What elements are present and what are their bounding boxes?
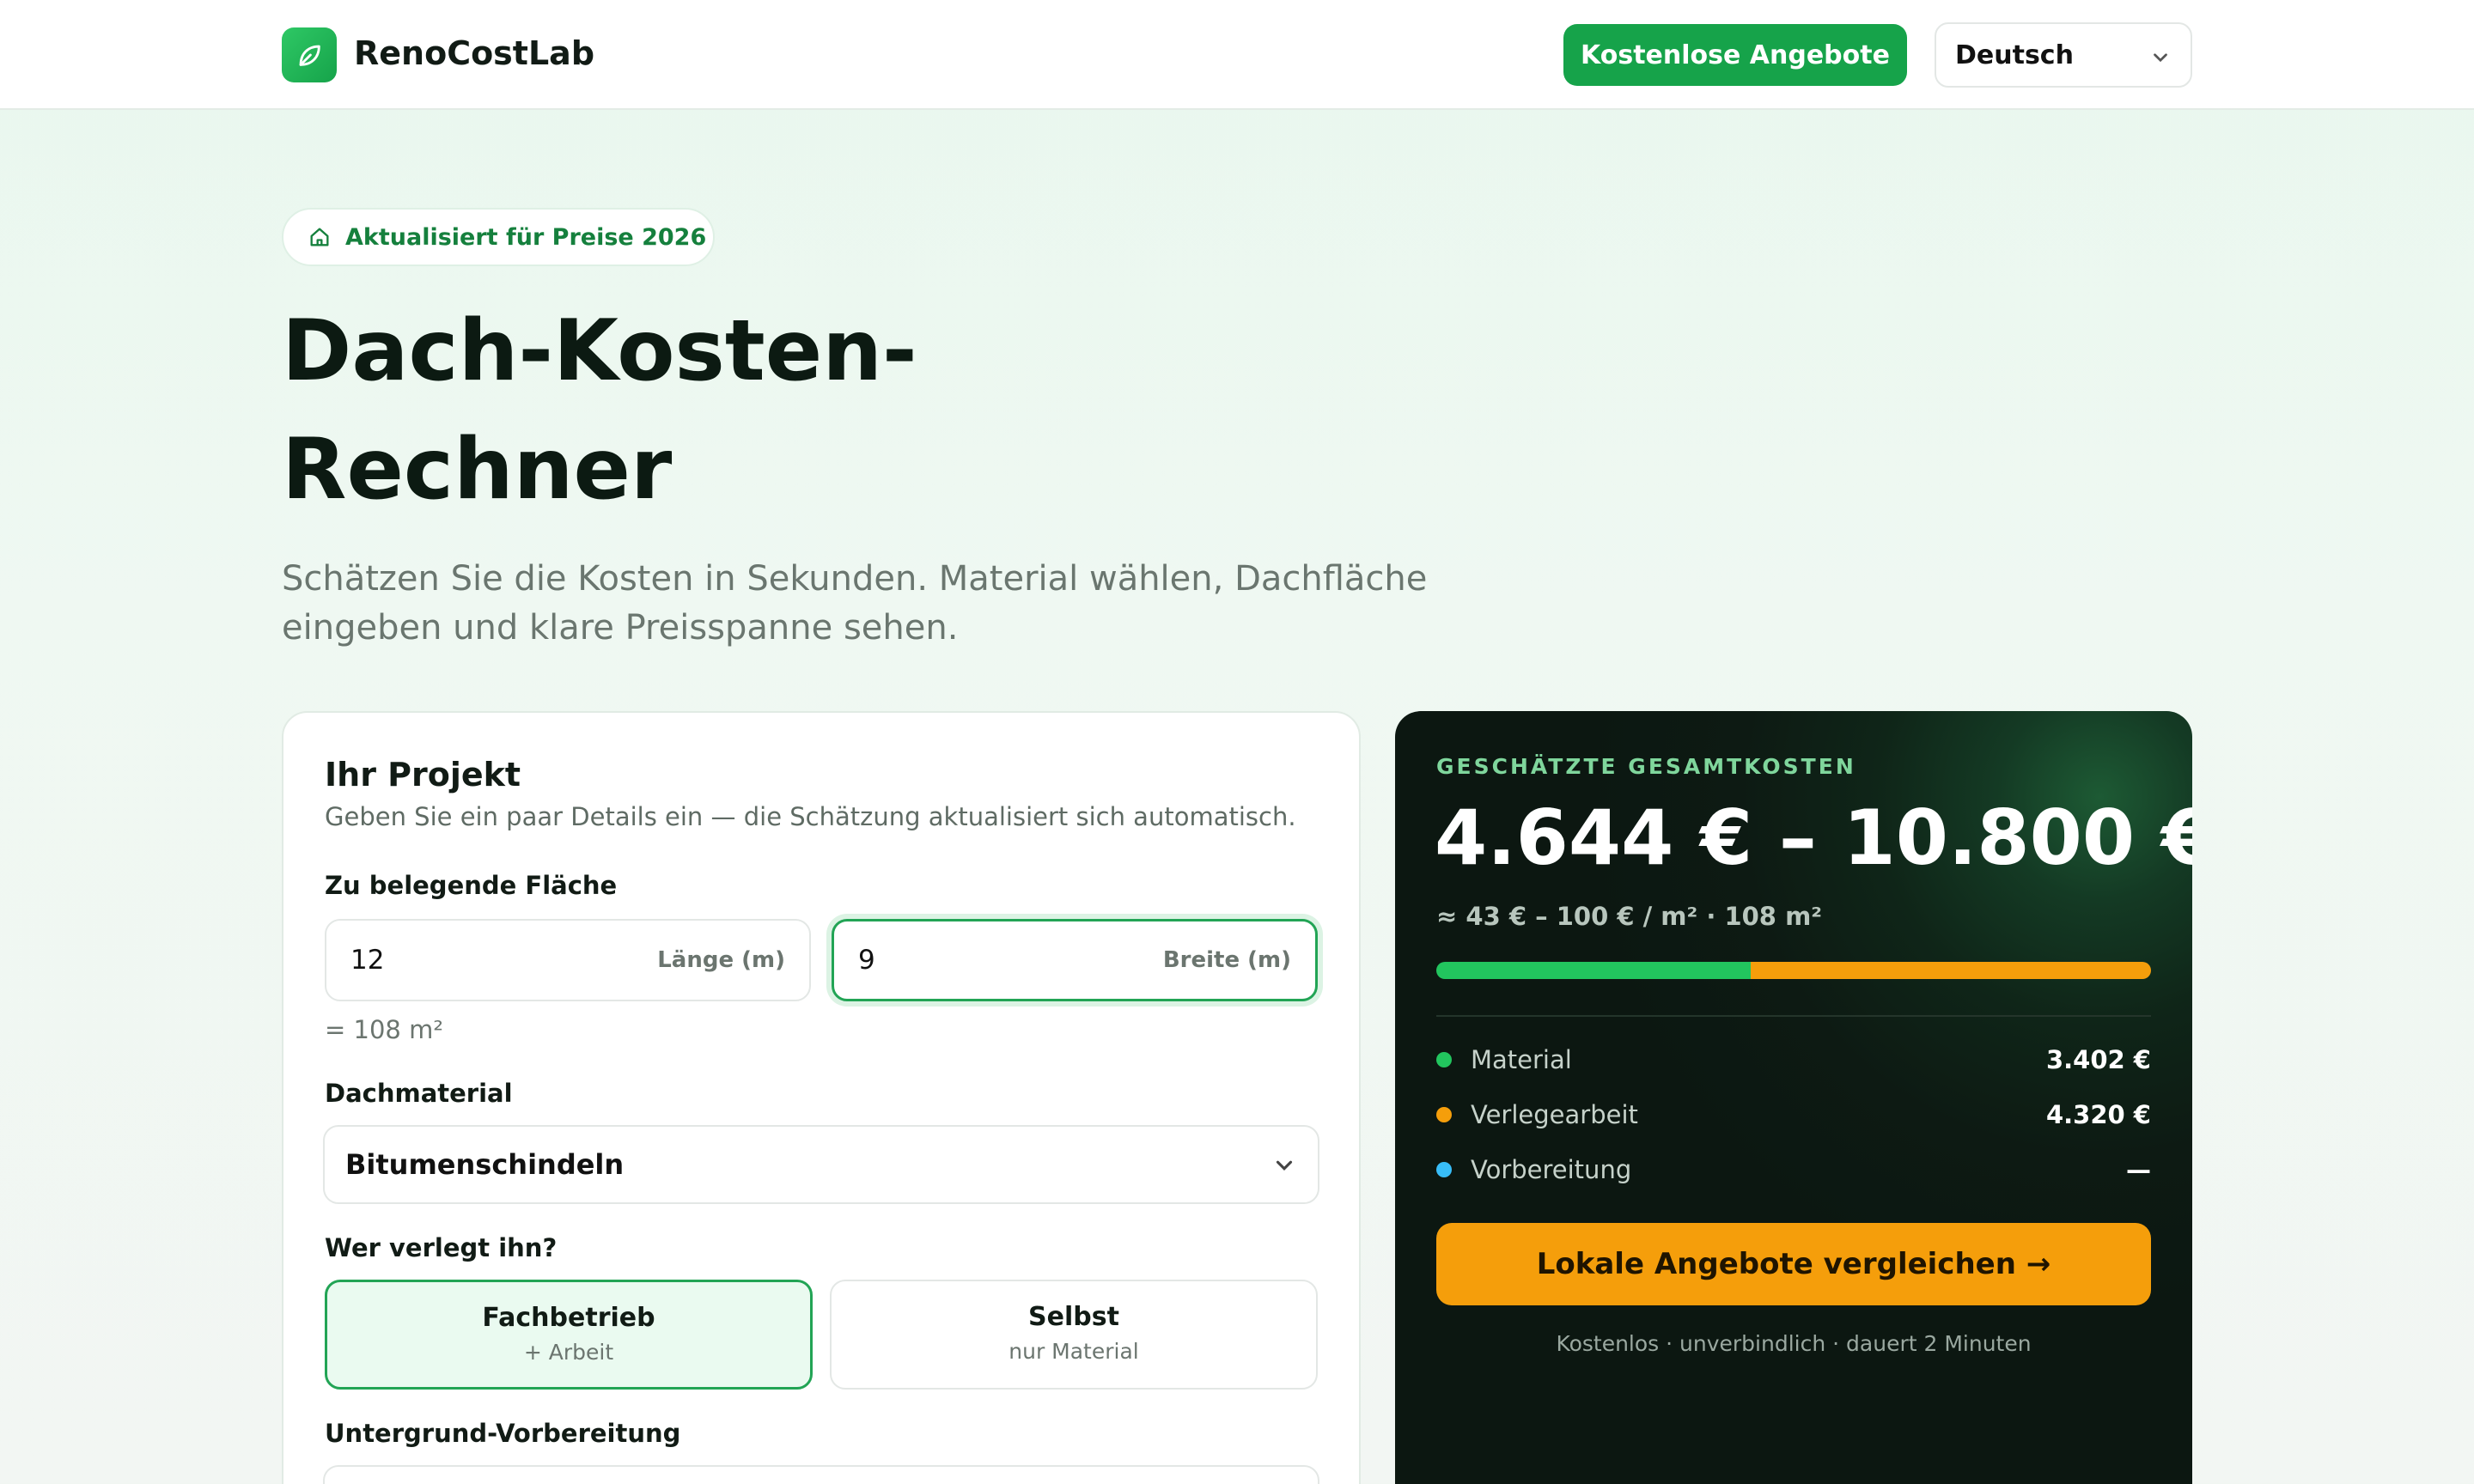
- compare-quotes-button[interactable]: Lokale Angebote vergleichen →: [1436, 1223, 2151, 1305]
- material-select[interactable]: Bitumenschindeln: [323, 1125, 1319, 1204]
- installer-option-professional[interactable]: Fachbetrieb + Arbeit: [325, 1280, 813, 1390]
- title-line-2: Rechner: [282, 421, 673, 519]
- project-title: Ihr Projekt: [325, 756, 521, 794]
- breakdown-value: 3.402 €: [2045, 1045, 2151, 1074]
- installer-option-diy[interactable]: Selbst nur Material: [830, 1280, 1318, 1390]
- option-subtitle: + Arbeit: [523, 1340, 614, 1365]
- result-footnote: Kostenlos · unverbindlich · dauert 2 Min…: [1556, 1331, 2032, 1356]
- prep-select[interactable]: [323, 1465, 1319, 1484]
- length-unit: Länge (m): [657, 947, 785, 973]
- breakdown-value: 4.320 €: [2045, 1100, 2151, 1129]
- breakdown-name: Vorbereitung: [1471, 1155, 1632, 1184]
- page-title: Dach-Kosten- Rechner: [282, 292, 1313, 529]
- home-icon: [310, 228, 329, 246]
- subtitle-line-1: Schätzen Sie die Kosten in Sekunden. Mat…: [282, 559, 1428, 599]
- labor-segment: [1751, 962, 2151, 979]
- chevron-down-icon: [2154, 53, 2167, 63]
- language-value: Deutsch: [1955, 40, 2074, 70]
- price-update-badge: Aktualisiert für Preise 2026: [282, 208, 715, 266]
- logo-leaf-icon[interactable]: [282, 27, 337, 82]
- material-segment: [1436, 962, 1752, 979]
- option-title: Fachbetrieb: [482, 1303, 655, 1333]
- prep-dot: [1436, 1162, 1452, 1177]
- installer-label: Wer verlegt ihn?: [325, 1233, 558, 1262]
- area-label: Zu belegende Fläche: [325, 871, 618, 900]
- breakdown-name: Material: [1471, 1045, 1572, 1074]
- free-quotes-button[interactable]: Kostenlose Angebote: [1563, 24, 1907, 86]
- title-line-1: Dach-Kosten-: [282, 302, 917, 400]
- material-dot: [1436, 1052, 1452, 1067]
- breakdown-row-labor: Verlegearbeit 4.320 €: [1436, 1098, 2151, 1132]
- labor-dot: [1436, 1107, 1452, 1122]
- material-label: Dachmaterial: [325, 1079, 513, 1108]
- result-label: GESCHÄTZTE GESAMTKOSTEN: [1436, 754, 1856, 779]
- breakdown-row-prep: Vorbereitung —: [1436, 1153, 2151, 1187]
- option-subtitle: nur Material: [1008, 1339, 1139, 1364]
- cost-range: 4.644 € – 10.800 €: [1435, 794, 2192, 882]
- length-value: 12: [350, 945, 385, 976]
- language-select[interactable]: Deutsch: [1935, 22, 2192, 88]
- breakdown-name: Verlegearbeit: [1471, 1100, 1638, 1129]
- subtitle-line-2: eingeben und klare Preisspanne sehen.: [282, 608, 959, 648]
- cost-split-bar: [1436, 962, 2151, 979]
- chevron-down-icon: [1276, 1160, 1293, 1171]
- breakdown-row-material: Material 3.402 €: [1436, 1043, 2151, 1077]
- area-result: = 108 m²: [325, 1015, 443, 1044]
- cost-per-sqm: ≈ 43 € – 100 € / m² · 108 m²: [1436, 902, 1822, 931]
- prep-label: Untergrund-Vorbereitung: [325, 1419, 681, 1448]
- breakdown-value: —: [2126, 1155, 2151, 1184]
- brand-name[interactable]: RenoCostLab: [354, 31, 594, 76]
- project-subtitle: Geben Sie ein paar Details ein — die Sch…: [325, 802, 1296, 831]
- width-unit: Breite (m): [1162, 947, 1291, 973]
- badge-text: Aktualisiert für Preise 2026: [345, 223, 707, 251]
- top-header: RenoCostLab Kostenlose Angebote Deutsch: [0, 0, 2474, 110]
- material-value: Bitumenschindeln: [345, 1148, 625, 1181]
- page-subtitle: Schätzen Sie die Kosten in Sekunden. Mat…: [282, 555, 1433, 653]
- width-value: 9: [858, 945, 875, 976]
- option-title: Selbst: [1028, 1302, 1119, 1332]
- divider: [1436, 1015, 2151, 1017]
- result-panel: GESCHÄTZTE GESAMTKOSTEN 4.644 € – 10.800…: [1395, 711, 2192, 1484]
- width-input[interactable]: 9 Breite (m): [832, 919, 1318, 1001]
- length-input[interactable]: 12 Länge (m): [325, 919, 811, 1001]
